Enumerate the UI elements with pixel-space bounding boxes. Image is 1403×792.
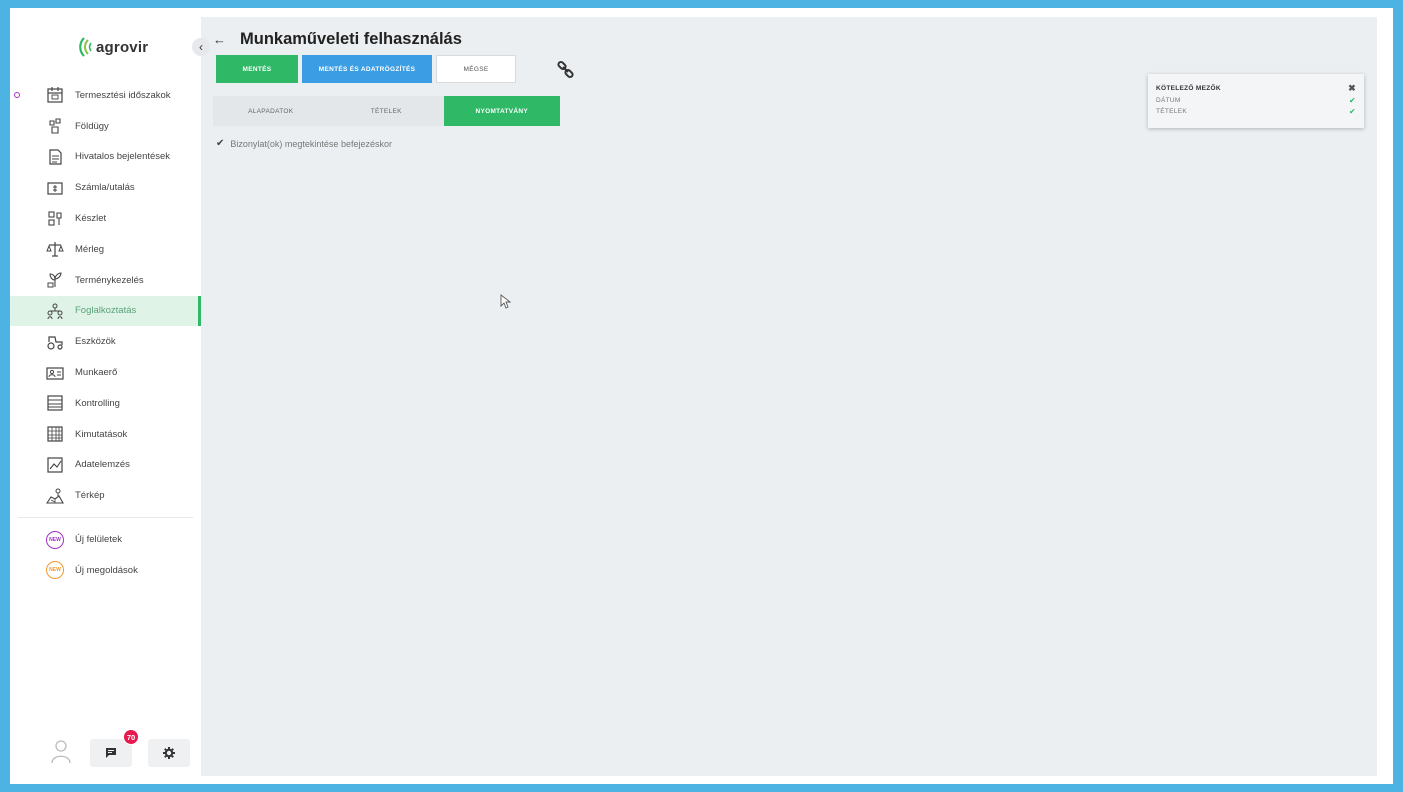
notification-count-badge: 70 [123, 729, 139, 745]
sidebar-item-label: Kimutatások [75, 428, 128, 440]
sidebar-item-5[interactable]: Készlet [10, 203, 201, 234]
brand-logo[interactable]: agrovir [78, 34, 148, 60]
required-fields-title: KÖTELEZŐ MEZŐK [1156, 85, 1221, 92]
sidebar-nav: Termesztési időszakok Földügy Hivatalos be… [10, 80, 201, 586]
invoice-icon [46, 179, 64, 197]
app-window: agrovir Termesztési időszakok Földügy Hiva… [10, 8, 1393, 784]
form-tabs: ALAPADATOK TÉTELEK NYOMTATVÁNY [213, 96, 560, 126]
sidebar-item-label: Adatelemzés [75, 459, 130, 471]
back-arrow-icon[interactable]: ← [213, 32, 226, 47]
sidebar-item-1[interactable]: Termesztési időszakok [10, 80, 201, 111]
tab-3[interactable]: NYOMTATVÁNY [444, 96, 560, 126]
sidebar-item-label: Terménykezelés [75, 274, 144, 286]
sidebar-item-9[interactable]: Eszközök [10, 326, 201, 357]
mouse-cursor-icon [500, 294, 511, 309]
view-documents-option[interactable]: ✔ Bizonylat(ok) megtekintése befejezésko… [216, 138, 392, 149]
calculator-icon [46, 394, 64, 412]
analytics-icon [46, 456, 64, 474]
sidebar-item-label: Új megoldások [75, 564, 138, 576]
view-documents-label: Bizonylat(ok) megtekintése befejezéskor [230, 138, 392, 149]
sidebar-item-8[interactable]: Foglalkoztatás [10, 295, 201, 327]
sidebar-item-7[interactable]: Terménykezelés [10, 265, 201, 296]
chat-icon [106, 748, 116, 758]
settings-button[interactable] [148, 739, 190, 767]
sidebar-item-label: Számla/utalás [75, 182, 135, 194]
sidebar-item-label: Új felületek [75, 534, 122, 546]
sidebar-item-13[interactable]: Adatelemzés [10, 450, 201, 481]
sidebar-item-12[interactable]: Kimutatások [10, 419, 201, 450]
gear-icon [163, 747, 175, 759]
required-field-row: TÉTELEK ✔ [1156, 107, 1356, 116]
sidebar-extra-item-1[interactable]: NEW Új felületek [10, 524, 201, 555]
map-icon [46, 487, 64, 505]
user-avatar-icon[interactable] [50, 738, 72, 764]
sidebar-item-label: Munkaerő [75, 367, 118, 379]
sidebar-collapse-button[interactable]: ‹ [192, 38, 210, 56]
scale-icon [46, 240, 64, 258]
cancel-button[interactable]: MÉGSE [436, 55, 516, 83]
sidebar-item-3[interactable]: Hivatalos bejelentések [10, 142, 201, 173]
required-fields-header: KÖTELEZŐ MEZŐK ✖ [1156, 83, 1356, 94]
check-icon: ✔ [1348, 96, 1356, 105]
check-icon: ✔ [1348, 107, 1356, 116]
save-and-record-button[interactable]: MENTÉS ÉS ADATRÖGZÍTÉS [302, 55, 432, 83]
document-icon [46, 148, 64, 166]
tractor-icon [46, 333, 64, 351]
required-field-label: TÉTELEK [1156, 108, 1187, 115]
sidebar-item-label: Kontrolling [75, 397, 120, 409]
land-icon [46, 117, 64, 135]
tab-2[interactable]: TÉTELEK [328, 96, 444, 126]
brand-name: agrovir [96, 38, 149, 56]
employment-icon [46, 302, 64, 320]
sidebar-item-label: Térkép [75, 490, 105, 502]
checkbox-checked-icon[interactable]: ✔ [216, 138, 224, 149]
new-badge-icon: NEW [46, 561, 64, 580]
id-card-icon [46, 364, 64, 382]
sidebar-item-6[interactable]: Mérleg [10, 234, 201, 265]
required-fields-panel: KÖTELEZŐ MEZŐK ✖ DÁTUM ✔ TÉTELEK ✔ [1148, 74, 1364, 128]
main-content: ← Munkaműveleti felhasználás MENTÉS MENT… [201, 17, 1377, 776]
sidebar: agrovir Termesztési időszakok Földügy Hiva… [10, 8, 201, 784]
table-icon [46, 425, 64, 443]
agrovir-logo-icon [79, 37, 92, 57]
status-dot-icon [14, 92, 20, 98]
sidebar-extra-item-2[interactable]: NEW Új megoldások [10, 555, 201, 586]
sidebar-item-4[interactable]: Számla/utalás [10, 172, 201, 203]
sidebar-bottom-bar: 70 [10, 729, 201, 773]
sidebar-item-label: Készlet [75, 213, 107, 225]
new-badge-icon: NEW [46, 530, 64, 549]
stock-icon [46, 210, 64, 228]
sidebar-item-label: Földügy [75, 120, 109, 132]
link-icon[interactable] [556, 60, 576, 80]
page-title: Munkaműveleti felhasználás [240, 29, 462, 48]
sidebar-item-label: Mérleg [75, 243, 105, 255]
sidebar-item-label: Eszközök [75, 336, 116, 348]
calendar-icon [46, 86, 64, 104]
sidebar-item-10[interactable]: Munkaerő [10, 357, 201, 388]
required-field-row: DÁTUM ✔ [1156, 96, 1356, 105]
save-button[interactable]: MENTÉS [216, 55, 298, 83]
sidebar-item-2[interactable]: Földügy [10, 111, 201, 142]
close-icon[interactable]: ✖ [1348, 83, 1356, 94]
required-field-label: DÁTUM [1156, 97, 1181, 104]
tab-1[interactable]: ALAPADATOK [213, 96, 329, 126]
sidebar-item-14[interactable]: Térkép [10, 480, 201, 511]
page-header: ← Munkaműveleti felhasználás [213, 27, 462, 51]
sidebar-item-label: Foglalkoztatás [75, 305, 137, 317]
crop-icon [46, 271, 64, 289]
sidebar-item-11[interactable]: Kontrolling [10, 388, 201, 419]
sidebar-divider [18, 517, 193, 519]
sidebar-item-label: Hivatalos bejelentések [75, 151, 171, 163]
sidebar-item-label: Termesztési időszakok [75, 89, 171, 101]
